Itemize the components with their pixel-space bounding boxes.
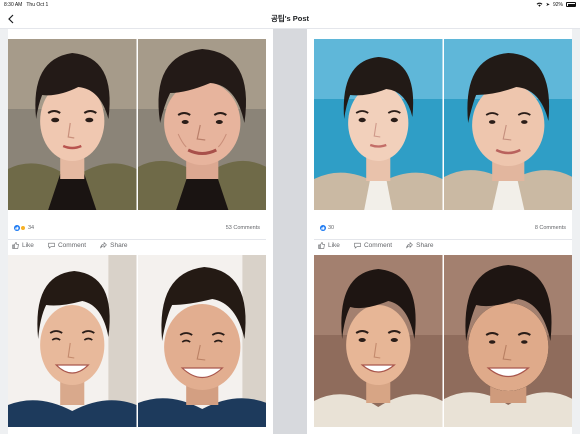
nav-bar: 공팁's Post — [0, 9, 580, 29]
like-label: Like — [328, 242, 340, 249]
photo-panel-before — [8, 39, 137, 210]
photo-panel-after — [443, 39, 572, 210]
post-card[interactable] — [8, 255, 266, 434]
status-date: Thu Oct 1 — [26, 1, 49, 8]
face-after-illustration — [137, 39, 266, 210]
wifi-icon — [536, 2, 543, 7]
comment-button[interactable]: Comment — [48, 242, 86, 249]
post-photo[interactable] — [314, 39, 572, 210]
post-photo[interactable] — [8, 255, 266, 427]
like-label: Like — [22, 242, 34, 249]
face-after-illustration — [443, 39, 572, 210]
photo-panel-after — [137, 39, 266, 210]
like-reaction-icon — [320, 225, 326, 231]
status-bar: 8:30 AM Thu Oct 1 ➤ 92% — [0, 0, 580, 9]
share-icon — [100, 242, 107, 249]
share-button[interactable]: Share — [100, 242, 127, 249]
haha-reaction-icon — [20, 225, 26, 231]
chevron-left-icon — [8, 14, 14, 24]
share-button[interactable]: Share — [406, 242, 433, 249]
photo-panel-before — [314, 255, 443, 427]
back-button[interactable] — [5, 12, 17, 26]
card-footer-peek — [8, 427, 266, 434]
face-after-illustration — [137, 255, 266, 427]
face-before-illustration — [8, 255, 137, 427]
reaction-count: 34 — [28, 225, 35, 231]
photo-panel-after — [137, 255, 266, 427]
comments-count[interactable]: 8 Comments — [535, 225, 566, 231]
post-actions: Like Comment Share — [8, 239, 266, 251]
photo-panel-after — [443, 255, 572, 427]
feed-right-edge — [572, 29, 580, 434]
face-before-illustration — [8, 39, 137, 210]
post-actions: Like Comment Share — [314, 239, 572, 251]
post-photo[interactable] — [314, 255, 572, 427]
post-card[interactable]: 34 53 Comments Like Comment Share — [8, 39, 266, 250]
battery-icon — [566, 2, 576, 7]
post-card[interactable]: 30 8 Comments Like Comment Share — [314, 39, 572, 250]
feed[interactable]: 34 53 Comments Like Comment Share 30 8 C… — [0, 29, 580, 434]
reaction-summary[interactable]: 30 — [320, 225, 334, 231]
photo-panel-before — [8, 255, 137, 427]
share-label: Share — [416, 242, 434, 249]
card-footer-peek — [314, 427, 572, 434]
battery-percent: 92% — [552, 1, 563, 8]
comment-label: Comment — [363, 242, 393, 249]
face-before-illustration — [314, 255, 443, 427]
share-label: Share — [110, 242, 128, 249]
comment-icon — [354, 242, 361, 249]
face-after-illustration — [443, 255, 572, 427]
page-title: 공팁's Post — [270, 14, 310, 23]
like-button[interactable]: Like — [12, 242, 34, 249]
column-gutter — [273, 29, 307, 434]
status-time: 8:30 AM — [4, 1, 23, 8]
comment-button[interactable]: Comment — [354, 242, 392, 249]
thumbs-up-icon — [12, 242, 19, 249]
reaction-summary[interactable]: 34 — [14, 225, 34, 231]
feed-left-edge — [0, 29, 8, 434]
photo-panel-before — [314, 39, 443, 210]
post-card[interactable] — [314, 255, 572, 434]
comments-count[interactable]: 53 Comments — [226, 225, 260, 231]
like-button[interactable]: Like — [318, 242, 340, 249]
face-before-illustration — [314, 39, 443, 210]
location-icon: ➤ — [545, 1, 550, 8]
comment-icon — [48, 242, 55, 249]
thumbs-up-icon — [318, 242, 325, 249]
reaction-count: 30 — [328, 225, 335, 231]
share-icon — [406, 242, 413, 249]
comment-label: Comment — [57, 242, 87, 249]
post-photo[interactable] — [8, 39, 266, 210]
